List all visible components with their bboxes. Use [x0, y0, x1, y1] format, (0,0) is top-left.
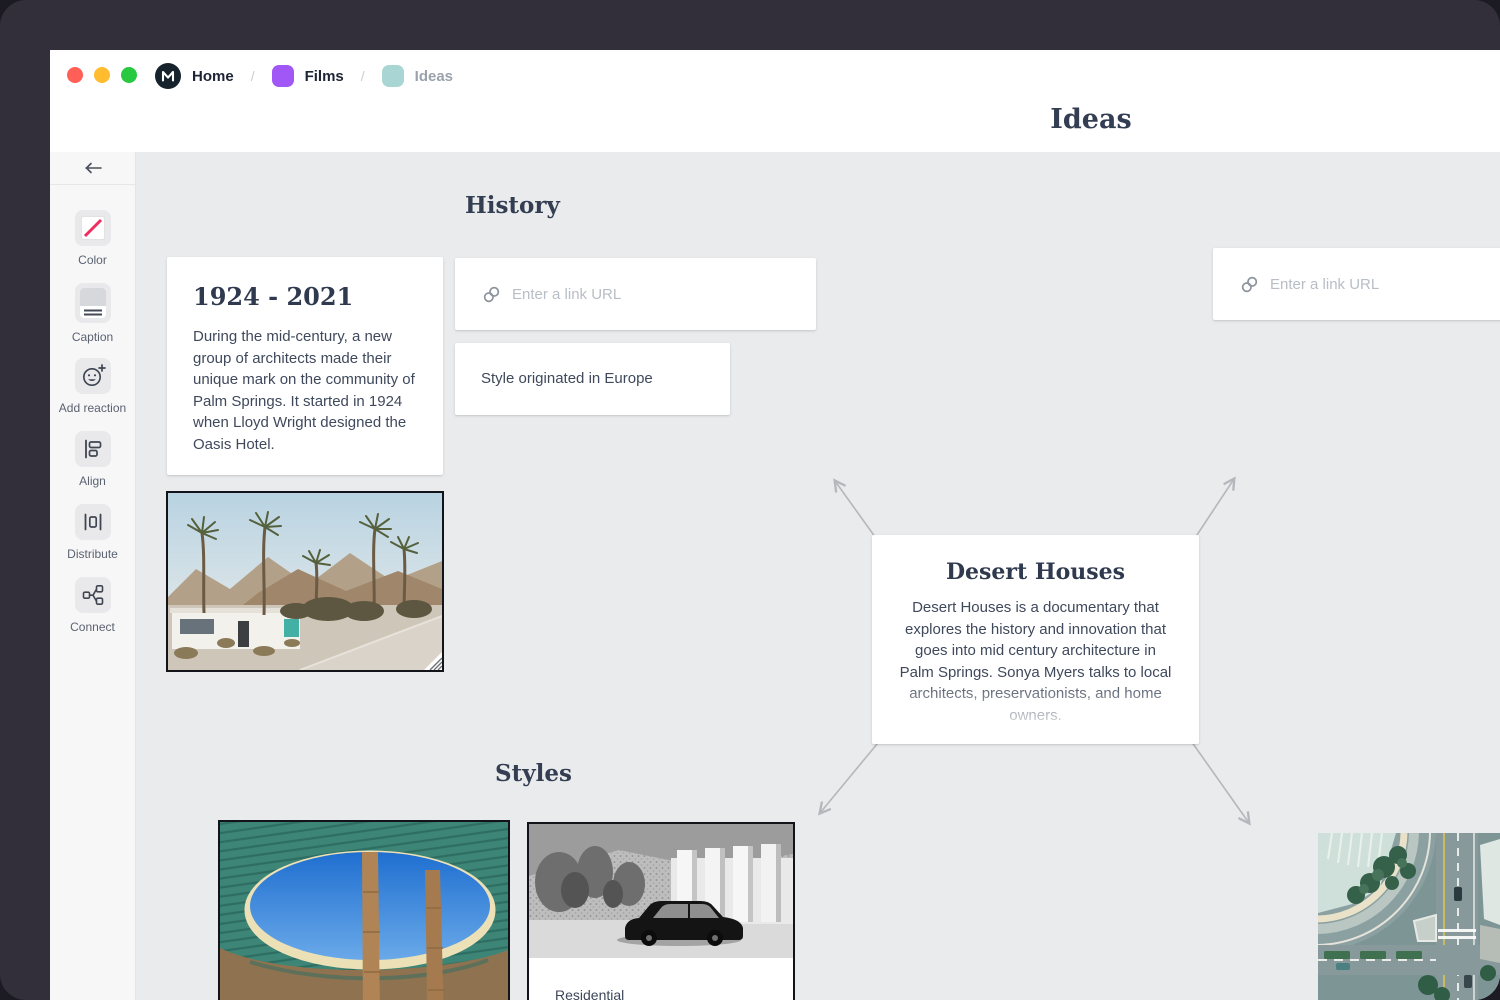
link-url-input[interactable]	[512, 286, 742, 303]
breadcrumb-ideas-label: Ideas	[415, 68, 453, 85]
collapse-sidebar-button[interactable]	[50, 152, 135, 185]
add-reaction-tool[interactable]: Add reaction	[50, 358, 135, 415]
tool-label: Connect	[70, 620, 115, 634]
image-caption: Residential	[529, 963, 793, 1000]
distribute-icon	[81, 510, 105, 534]
timeline-note-title: 1924 - 2021	[193, 282, 417, 311]
board-title[interactable]: Ideas	[1041, 104, 1141, 135]
tool-label: Align	[79, 474, 106, 488]
breadcrumb-home[interactable]: Home	[155, 63, 234, 89]
board-canvas[interactable]: History Styles 1924 - 2021 During the mi…	[136, 152, 1500, 1000]
minimize-window-button[interactable]	[94, 67, 110, 83]
image-resize-handle[interactable]	[424, 652, 442, 670]
residential-image	[529, 824, 793, 958]
europe-note-card[interactable]: Style originated in Europe	[455, 343, 730, 415]
europe-note-text: Style originated in Europe	[481, 368, 653, 390]
aerial-intersection-image	[1318, 833, 1500, 1000]
breadcrumb-films-label: Films	[305, 68, 344, 85]
breadcrumb-ideas[interactable]: Ideas	[382, 65, 453, 87]
caption-tool[interactable]: Caption	[50, 283, 135, 344]
milanote-logo-icon	[155, 63, 181, 89]
hotel-entrance-image: 3200	[220, 822, 508, 1000]
close-window-button[interactable]	[67, 67, 83, 83]
app-window: Home / Films / Ideas Ideas	[50, 50, 1500, 1000]
timeline-note-card[interactable]: 1924 - 2021 During the mid-century, a ne…	[167, 257, 443, 475]
align-icon	[81, 437, 105, 461]
link-icon	[482, 285, 501, 304]
connect-tool[interactable]: Connect	[50, 577, 135, 634]
desert-houses-note-card[interactable]: Desert Houses Desert Houses is a documen…	[872, 535, 1199, 744]
distribute-tool[interactable]: Distribute	[50, 504, 135, 561]
palm-springs-street-image	[168, 493, 442, 670]
titlebar: Home / Films / Ideas Ideas	[50, 50, 1500, 152]
aerial-intersection-photo[interactable]	[1318, 833, 1500, 1000]
breadcrumb-films[interactable]: Films	[272, 65, 344, 87]
breadcrumb-separator: /	[251, 68, 255, 84]
link-url-input[interactable]	[1270, 276, 1486, 293]
caption-icon	[79, 287, 107, 319]
tool-label: Color	[78, 253, 107, 267]
styles-section-heading[interactable]: Styles	[495, 760, 572, 787]
desert-houses-body: Desert Houses is a documentary that expl…	[896, 597, 1175, 726]
breadcrumb-separator: /	[361, 68, 365, 84]
color-swatch-icon	[81, 216, 105, 240]
link-url-card[interactable]	[455, 258, 816, 330]
window-controls	[67, 67, 137, 83]
arrow-left-icon	[83, 161, 103, 175]
breadcrumb-home-label: Home	[192, 68, 234, 85]
history-section-heading[interactable]: History	[465, 192, 560, 219]
link-icon	[1240, 275, 1259, 294]
link-url-card[interactable]	[1213, 248, 1500, 320]
timeline-note-body: During the mid-century, a new group of a…	[193, 326, 417, 455]
zoom-window-button[interactable]	[121, 67, 137, 83]
hotel-entrance-photo[interactable]: 3200	[218, 820, 510, 1000]
ideas-board-chip-icon	[382, 65, 404, 87]
app-frame: Home / Films / Ideas Ideas	[0, 0, 1500, 1000]
residential-photo-card[interactable]: Residential	[527, 822, 795, 1000]
tool-label: Add reaction	[59, 401, 126, 415]
tool-label: Distribute	[67, 547, 118, 561]
align-tool[interactable]: Align	[50, 431, 135, 488]
tool-label: Caption	[72, 330, 113, 344]
add-reaction-icon	[79, 362, 107, 390]
color-tool[interactable]: Color	[50, 210, 135, 267]
palm-springs-street-photo[interactable]	[166, 491, 444, 672]
breadcrumb: Home / Films / Ideas	[155, 62, 453, 90]
desert-houses-title: Desert Houses	[872, 559, 1199, 585]
connect-icon	[81, 583, 105, 607]
films-board-chip-icon	[272, 65, 294, 87]
toolbar-sidebar: Color Caption	[50, 152, 136, 1000]
